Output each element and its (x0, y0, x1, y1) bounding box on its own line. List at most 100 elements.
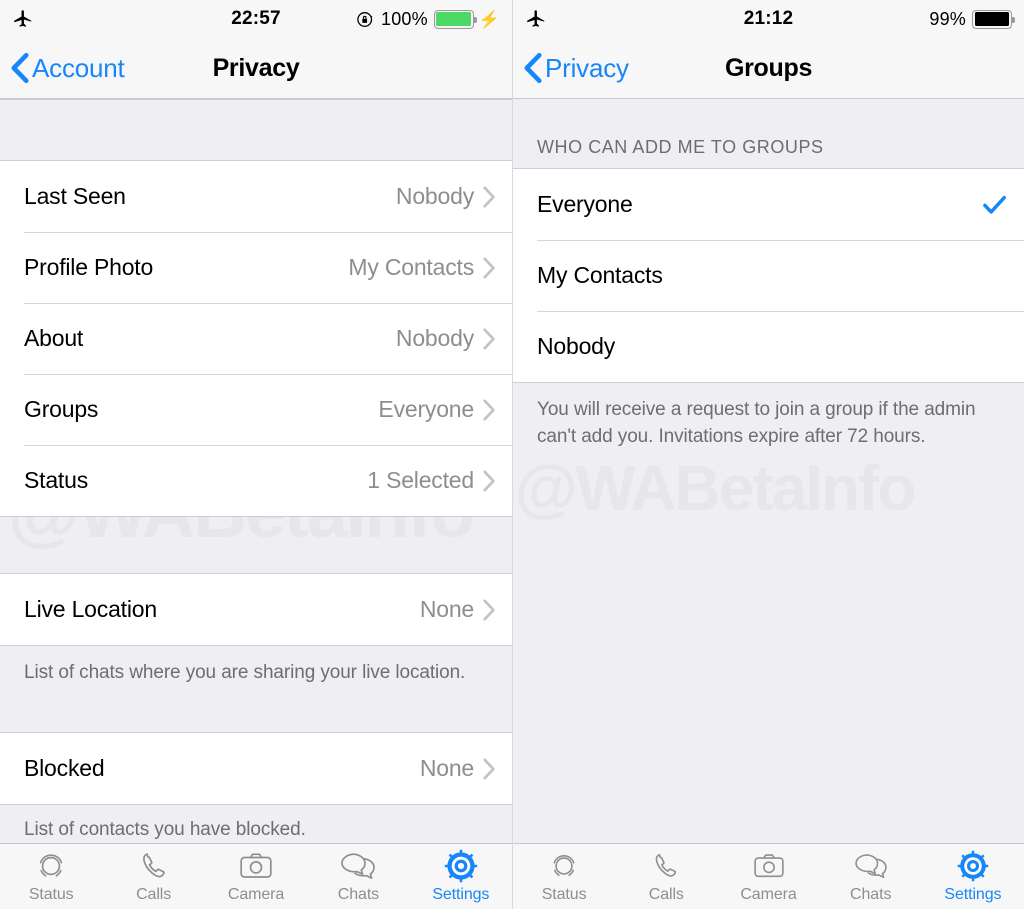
tab-calls[interactable]: Calls (615, 844, 717, 909)
left-top-spacer (0, 99, 512, 161)
left-screen-privacy: 22:57 100% ⚡ Account Privacy Last Seen N… (0, 0, 512, 909)
row-label: Status (24, 467, 89, 493)
chevron-right-icon (483, 757, 495, 780)
group-privacy-options: Everyone My Contacts Nobody (513, 169, 1024, 382)
left-battery-icon (433, 9, 477, 29)
row-label: Groups (24, 396, 99, 422)
row-profile-photo[interactable]: Profile Photo My Contacts (0, 232, 512, 303)
camera-icon (753, 849, 785, 883)
checkmark-icon (983, 195, 1006, 214)
dual-screenshot-container: 22:57 100% ⚡ Account Privacy Last Seen N… (0, 0, 1024, 909)
chevron-right-icon (483, 256, 495, 279)
chat-bubbles-icon (853, 849, 889, 883)
left-status-right: 100% ⚡ (356, 9, 500, 30)
blocked-group: Blocked None (0, 733, 512, 804)
gear-icon (957, 849, 989, 883)
status-rings-icon (548, 849, 580, 883)
phone-icon (138, 849, 170, 883)
chevron-left-icon (524, 53, 542, 83)
option-label: Everyone (537, 191, 633, 217)
back-label: Privacy (545, 52, 629, 83)
tab-label: Status (28, 886, 74, 903)
tab-label: Calls (136, 886, 172, 903)
tab-camera[interactable]: Camera (205, 844, 307, 909)
option-nobody[interactable]: Nobody (513, 311, 1024, 382)
chevron-right-icon (483, 469, 495, 492)
tab-status[interactable]: Status (0, 844, 102, 909)
phone-icon (651, 849, 681, 883)
live-location-group: Live Location None (0, 574, 512, 645)
status-rings-icon (34, 849, 68, 883)
row-last-seen[interactable]: Last Seen Nobody (0, 161, 512, 232)
right-tab-bar: Status Calls Camera Chats Settings (513, 843, 1024, 909)
left-status-bar: 22:57 100% ⚡ (0, 0, 512, 38)
back-button-account[interactable]: Account (10, 53, 125, 84)
row-right: None (420, 755, 496, 782)
tab-chats[interactable]: Chats (820, 844, 922, 909)
tab-settings[interactable]: Settings (922, 844, 1024, 909)
right-status-right: 99% (929, 8, 1015, 30)
row-label: Profile Photo (24, 254, 154, 280)
row-right: Nobody (396, 325, 496, 352)
option-my-contacts[interactable]: My Contacts (513, 240, 1024, 311)
left-tab-bar: Status Calls Camera Chats Settings (0, 843, 512, 909)
chat-bubbles-icon (339, 849, 377, 883)
option-label: My Contacts (537, 262, 663, 288)
right-battery-percent: 99% (929, 8, 966, 29)
tab-calls[interactable]: Calls (102, 844, 204, 909)
tab-label: Chats (850, 886, 892, 903)
row-value: None (419, 755, 474, 781)
row-value: Everyone (378, 396, 474, 422)
row-value: None (419, 596, 474, 622)
groups-footnote: You will receive a request to join a gro… (513, 382, 1024, 467)
row-label: About (24, 325, 84, 351)
option-everyone[interactable]: Everyone (513, 169, 1024, 240)
option-label: Nobody (537, 333, 616, 359)
row-status[interactable]: Status 1 Selected (0, 445, 512, 516)
row-about[interactable]: About Nobody (0, 303, 512, 374)
gear-icon (444, 849, 478, 883)
row-right (981, 191, 1008, 218)
tab-label: Settings (432, 886, 490, 903)
camera-icon (239, 849, 273, 883)
tab-settings[interactable]: Settings (410, 844, 512, 909)
privacy-settings-group: Last Seen Nobody Profile Photo My Contac… (0, 161, 512, 516)
back-button-privacy[interactable]: Privacy (523, 53, 629, 84)
row-value: Nobody (395, 183, 474, 209)
right-screen-groups: 21:12 99% Privacy Groups @WABetaInfo @WA… (512, 0, 1024, 909)
right-content: @WABetaInfo @WABetaInfo WHO CAN ADD ME T… (513, 99, 1024, 909)
back-label: Account (32, 52, 125, 83)
row-label: Last Seen (24, 183, 126, 209)
chevron-left-icon (11, 53, 29, 83)
row-value: 1 Selected (367, 467, 474, 493)
left-mid-spacer (0, 516, 512, 574)
row-groups[interactable]: Groups Everyone (0, 374, 512, 445)
tab-label: Chats (337, 886, 380, 903)
row-right: None (420, 596, 496, 623)
row-blocked[interactable]: Blocked None (0, 733, 512, 804)
row-live-location[interactable]: Live Location None (0, 574, 512, 645)
left-content: @WABetaInfo Last Seen Nobody Profile Pho… (0, 99, 512, 869)
row-right: Everyone (378, 396, 496, 423)
rotation-lock-icon (357, 11, 373, 27)
row-right: My Contacts (348, 254, 496, 281)
row-value: My Contacts (348, 254, 474, 280)
row-right: Nobody (396, 183, 496, 210)
tab-label: Calls (648, 886, 684, 903)
tab-label: Camera (740, 886, 797, 903)
tab-label: Settings (944, 886, 1002, 903)
row-value: Nobody (395, 325, 474, 351)
lightning-bolt-icon: ⚡ (478, 9, 500, 29)
tab-chats[interactable]: Chats (307, 844, 409, 909)
tab-label: Status (541, 886, 587, 903)
chevron-right-icon (483, 598, 495, 621)
live-location-footnote: List of chats where you are sharing your… (0, 645, 512, 733)
right-battery-icon (972, 9, 1015, 29)
tab-camera[interactable]: Camera (717, 844, 819, 909)
chevron-right-icon (483, 398, 495, 421)
tab-status[interactable]: Status (513, 844, 615, 909)
chevron-right-icon (483, 185, 495, 208)
row-right: 1 Selected (367, 467, 496, 494)
row-label: Blocked (24, 755, 105, 781)
chevron-right-icon (483, 327, 495, 350)
